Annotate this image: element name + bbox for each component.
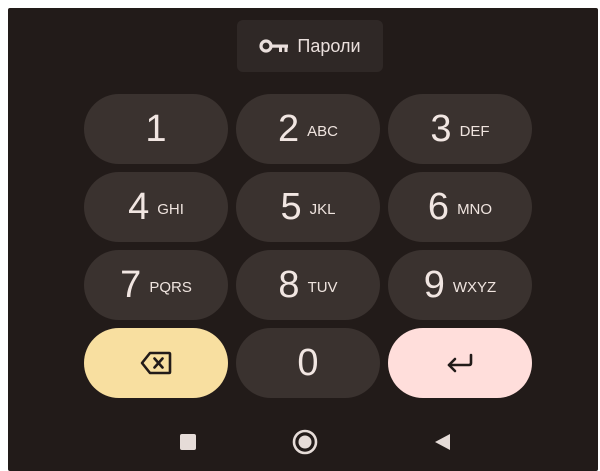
square-icon [180,434,196,450]
key-letters: TUV [307,278,338,296]
key-letters: JKL [309,200,336,218]
key-6[interactable]: 6 MNO [388,172,532,242]
number-keyboard: Пароли 1 2 ABC 3 DEF 4 GHI 5 JKL 6 MNO 7… [8,8,598,471]
key-3[interactable]: 3 DEF [388,94,532,164]
key-letters: MNO [457,200,493,218]
key-7[interactable]: 7 PQRS [84,250,228,320]
key-digit: 1 [145,108,167,150]
key-0[interactable]: 0 [236,328,380,398]
key-digit: 5 [280,186,302,228]
key-letters: PQRS [149,278,192,296]
key-4[interactable]: 4 GHI [84,172,228,242]
back-button[interactable] [428,427,458,457]
key-icon [259,39,289,53]
key-5[interactable]: 5 JKL [236,172,380,242]
key-letters: GHI [157,200,184,218]
enter-icon [447,353,473,373]
backspace-icon [140,351,172,375]
key-digit: 0 [297,342,319,384]
key-digit: 9 [423,264,445,306]
key-letters: DEF [459,122,490,140]
passwords-suggestion-chip[interactable]: Пароли [237,20,383,72]
key-2[interactable]: 2 ABC [236,94,380,164]
key-1[interactable]: 1 [84,94,228,164]
key-digit: 7 [120,264,142,306]
navigation-bar [8,413,598,471]
key-digit: 3 [430,108,452,150]
key-8[interactable]: 8 TUV [236,250,380,320]
enter-button[interactable] [388,328,532,398]
key-digit: 6 [427,186,450,228]
key-letters: WXYZ [452,278,497,296]
key-digit: 4 [128,186,150,228]
home-button[interactable] [290,427,320,457]
triangle-back-icon [435,434,450,450]
key-9[interactable]: 9 WXYZ [388,250,532,320]
key-letters: ABC [307,122,338,140]
key-digit: 8 [278,264,300,306]
key-digit: 2 [278,108,300,150]
recents-button[interactable] [173,427,203,457]
passwords-suggestion-label: Пароли [297,35,361,56]
circle-icon [292,429,318,455]
backspace-button[interactable] [84,328,228,398]
